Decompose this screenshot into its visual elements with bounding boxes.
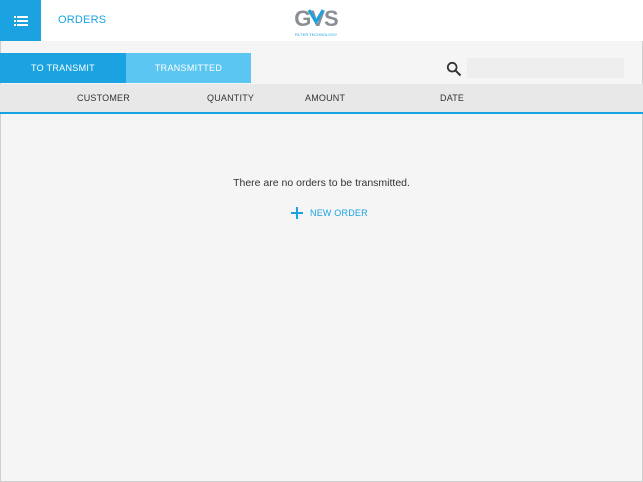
logo-subtext: FILTER TECHNOLOGY: [295, 32, 338, 37]
logo-text: GVS: [294, 6, 338, 31]
gvs-logo: GVS FILTER TECHNOLOGY: [294, 6, 339, 37]
table-header: CUSTOMER QUANTITY AMOUNT DATE: [0, 84, 643, 114]
top-bar: ORDERS GVS FILTER TECHNOLOGY: [0, 0, 643, 41]
new-order-label: NEW ORDER: [310, 208, 368, 218]
column-date[interactable]: DATE: [440, 84, 464, 112]
column-customer[interactable]: CUSTOMER: [77, 84, 130, 112]
search-icon[interactable]: [446, 61, 462, 77]
page-title: ORDERS: [58, 14, 107, 26]
empty-state-message: There are no orders to be transmitted.: [233, 177, 410, 189]
tab-transmitted[interactable]: TRANSMITTED: [126, 53, 251, 83]
new-order-button[interactable]: NEW ORDER: [290, 205, 368, 221]
column-quantity[interactable]: QUANTITY: [207, 84, 254, 112]
search-input[interactable]: [467, 58, 624, 78]
list-icon: [13, 15, 28, 26]
plus-icon: [291, 207, 303, 219]
menu-button[interactable]: [0, 0, 41, 41]
column-amount[interactable]: AMOUNT: [305, 84, 345, 112]
tab-to-transmit[interactable]: TO TRANSMIT: [0, 53, 126, 83]
